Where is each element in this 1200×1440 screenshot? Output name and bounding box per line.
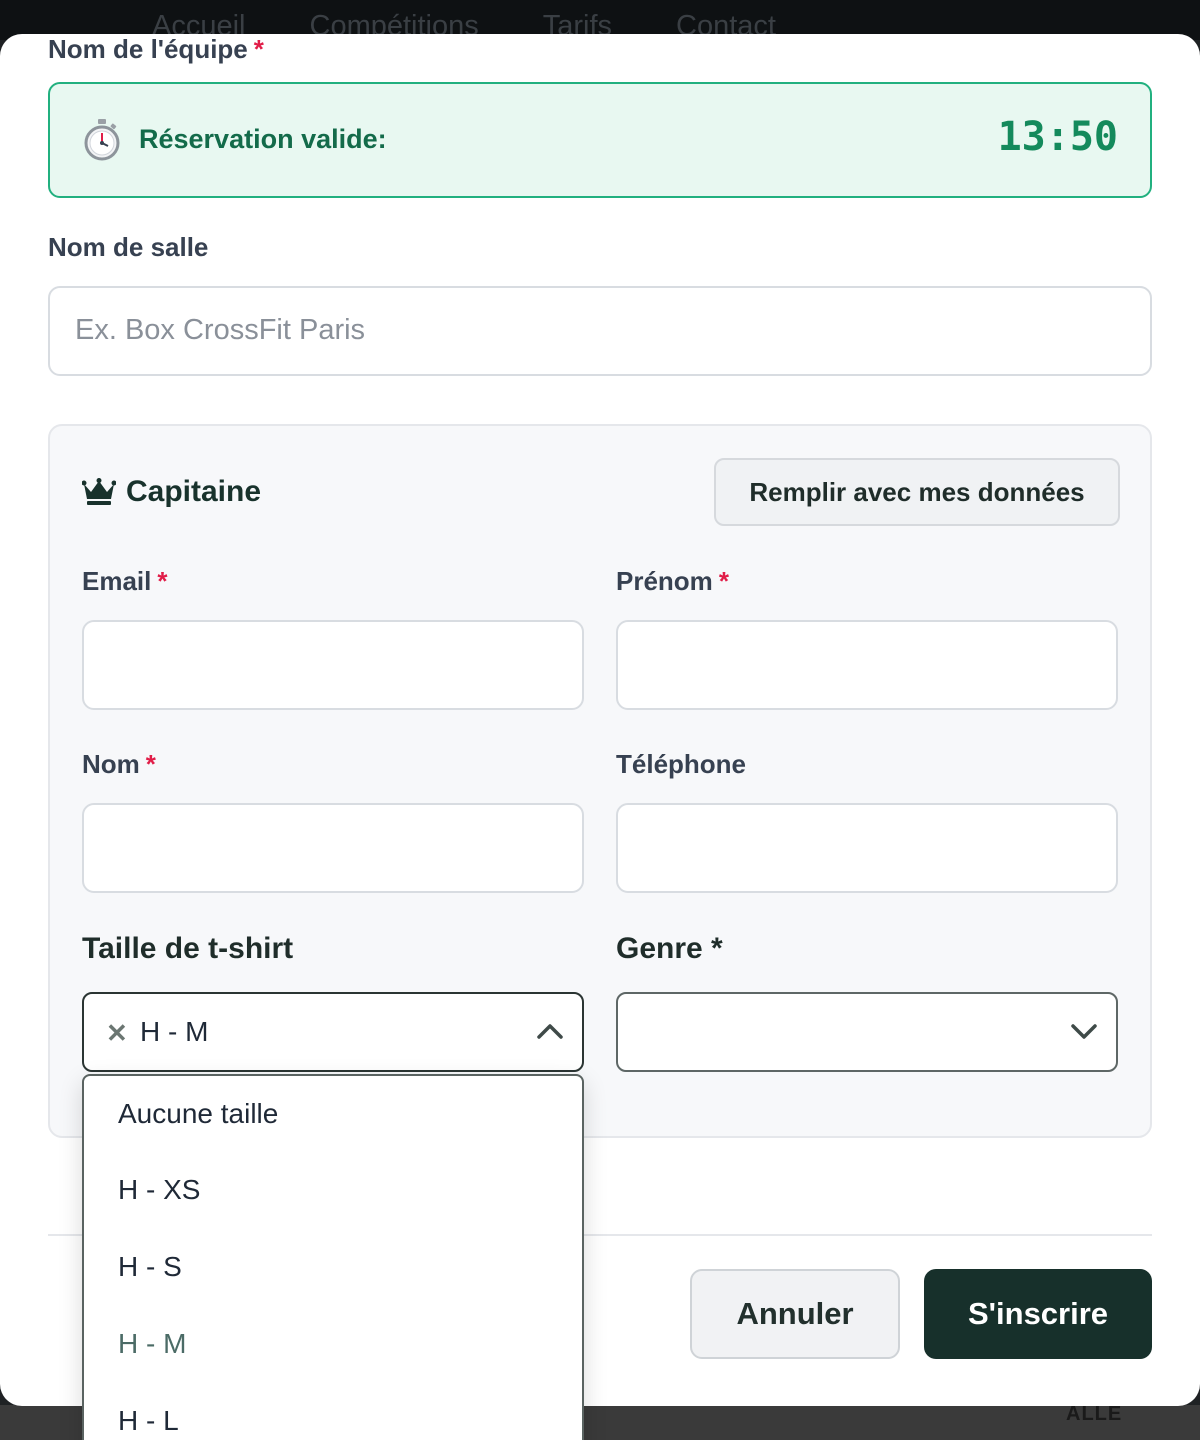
clear-selection-icon[interactable]: ✕ [106,1018,128,1049]
email-input[interactable] [82,620,584,710]
backdrop-text: ALLE [1066,1403,1123,1425]
gender-select[interactable] [616,992,1118,1072]
lastname-label: Nom * [82,749,156,779]
timer-label: Réservation valide: [139,124,387,154]
gender-label: Genre * [616,932,723,965]
required-asterisk: * [145,749,156,779]
tshirt-option[interactable]: H - S [118,1251,182,1283]
team-name-label: Nom de l'équipe * [48,34,264,64]
tshirt-size-value: H - M [140,1016,209,1047]
tshirt-option[interactable]: Aucune taille [118,1098,278,1130]
email-label: Email * [82,566,168,596]
reservation-timer: Réservation valide: 13:50 [48,82,1152,198]
required-asterisk: * [157,566,168,596]
firstname-input[interactable] [616,620,1118,710]
firstname-label: Prénom * [616,566,729,596]
timer-countdown: 13:50 [997,114,1118,160]
tshirt-size-label: Taille de t-shirt [82,932,294,965]
phone-label: Téléphone [616,749,747,779]
cancel-button[interactable]: Annuler [690,1269,900,1359]
tshirt-option[interactable]: H - L [118,1405,179,1437]
required-asterisk: * [718,566,729,596]
fill-with-my-data-button[interactable]: Remplir avec mes données [714,458,1120,526]
chevron-down-icon[interactable] [1070,1020,1098,1042]
chevron-up-icon[interactable] [536,1020,564,1042]
tshirt-size-dropdown: Aucune taille H - XS H - S H - M H - L [82,1074,584,1440]
tshirt-size-select[interactable]: ✕ H - M [82,992,584,1072]
required-asterisk: * [253,34,264,64]
phone-input[interactable] [616,803,1118,893]
crown-icon [82,478,116,505]
lastname-input[interactable] [82,803,584,893]
captain-title: Capitaine [126,475,262,508]
tshirt-option-selected[interactable]: H - M [118,1328,186,1360]
gym-name-input[interactable]: Ex. Box CrossFit Paris [48,286,1152,376]
captain-section: Capitaine Remplir avec mes données Email… [48,424,1152,1138]
gym-name-placeholder: Ex. Box CrossFit Paris [75,314,366,346]
stopwatch-icon [84,119,120,161]
tshirt-option[interactable]: H - XS [118,1174,200,1206]
gym-name-label: Nom de salle [48,232,209,262]
register-button[interactable]: S'inscrire [924,1269,1152,1359]
